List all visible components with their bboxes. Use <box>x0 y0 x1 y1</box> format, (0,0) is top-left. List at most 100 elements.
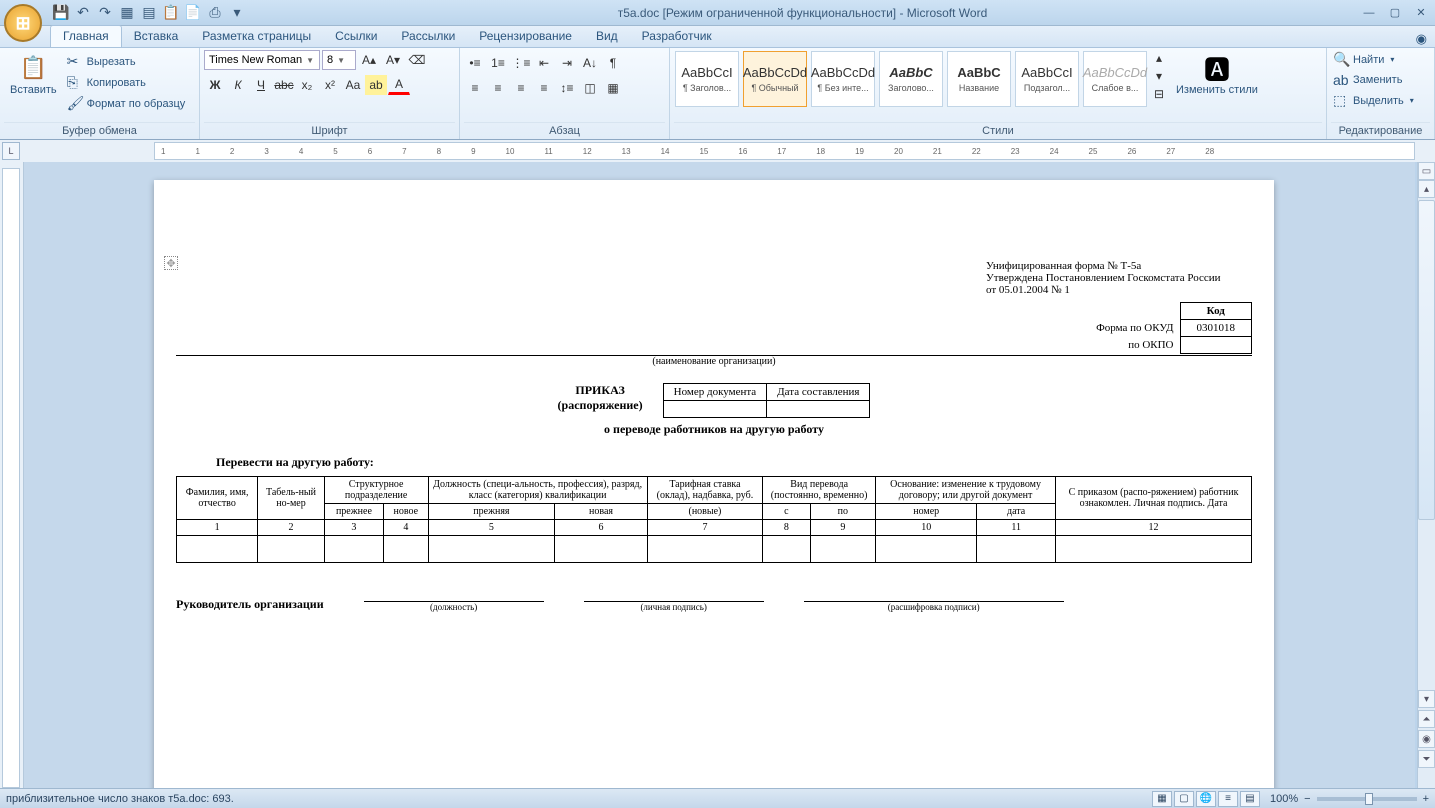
ruler-area: L 11234567891011121314151617181920212223… <box>0 140 1435 162</box>
bold-button[interactable]: Ж <box>204 75 226 95</box>
style-subtle[interactable]: AaBbCcDdСлабое в... <box>1083 51 1147 107</box>
ruler-corner[interactable]: L <box>2 142 20 160</box>
page[interactable]: ✥ Унифицированная форма № Т-5а Утвержден… <box>154 180 1274 788</box>
tab-page-layout[interactable]: Разметка страницы <box>190 26 323 47</box>
tab-home[interactable]: Главная <box>50 25 122 47</box>
styles-more-icon[interactable]: ⊟ <box>1152 86 1166 102</box>
shading-button[interactable]: ◫ <box>579 78 601 98</box>
outline-view[interactable]: ≡ <box>1218 791 1238 807</box>
strike-button[interactable]: abc <box>273 75 295 95</box>
scroll-down-icon[interactable]: ▾ <box>1418 690 1435 708</box>
font-size-combo[interactable]: 8▼ <box>322 50 356 70</box>
help-icon[interactable]: ◉ <box>1416 31 1427 47</box>
format-painter-button[interactable]: 🖌Формат по образцу <box>65 94 188 113</box>
align-center-button[interactable]: ≡ <box>487 78 509 98</box>
tab-developer[interactable]: Разработчик <box>630 26 724 47</box>
font-color-button[interactable]: A <box>388 75 410 95</box>
office-button[interactable]: ⊞ <box>4 4 42 42</box>
close-button[interactable]: ✕ <box>1411 6 1431 20</box>
tab-review[interactable]: Рецензирование <box>467 26 584 47</box>
qat-icon[interactable]: 📋 <box>162 4 180 22</box>
clear-format-button[interactable]: ⌫ <box>406 50 428 70</box>
web-layout-view[interactable]: 🌐 <box>1196 791 1216 807</box>
styles-up-icon[interactable]: ▴ <box>1152 50 1166 66</box>
zoom-out-button[interactable]: − <box>1304 793 1310 805</box>
find-icon: 🔍 <box>1333 51 1349 68</box>
font-name-combo[interactable]: Times New Roman▼ <box>204 50 320 70</box>
draft-view[interactable]: ▤ <box>1240 791 1260 807</box>
superscript-button[interactable]: x² <box>319 75 341 95</box>
zoom-in-button[interactable]: + <box>1423 793 1429 805</box>
tab-view[interactable]: Вид <box>584 26 630 47</box>
style-title[interactable]: AaBbCНазвание <box>947 51 1011 107</box>
full-screen-view[interactable]: ▢ <box>1174 791 1194 807</box>
ruler-toggle-icon[interactable]: ▭ <box>1418 162 1435 180</box>
group-label-font: Шрифт <box>204 122 455 137</box>
bullets-button[interactable]: •≡ <box>464 53 486 73</box>
zoom-control: 100% − + <box>1270 793 1429 805</box>
indent-button[interactable]: ⇥ <box>556 53 578 73</box>
save-icon[interactable]: 💾 <box>52 4 70 22</box>
vertical-ruler[interactable] <box>0 162 24 788</box>
style-heading1[interactable]: AaBbCЗаголово... <box>879 51 943 107</box>
style-heading[interactable]: AaBbCcI¶ Заголов... <box>675 51 739 107</box>
line-spacing-button[interactable]: ↕≡ <box>556 78 578 98</box>
change-case-button[interactable]: Aa <box>342 75 364 95</box>
sort-button[interactable]: A↓ <box>579 53 601 73</box>
show-marks-button[interactable]: ¶ <box>602 53 624 73</box>
scroll-thumb[interactable] <box>1418 200 1435 520</box>
status-text: приблизительное число знаков т5а.doc: 69… <box>6 793 234 805</box>
paste-button[interactable]: 📋 Вставить <box>4 50 63 98</box>
qat-icon[interactable]: 📄 <box>184 4 202 22</box>
group-label-editing: Редактирование <box>1331 122 1430 137</box>
next-page-icon[interactable]: ⏷ <box>1418 750 1435 768</box>
restore-button[interactable]: ▢ <box>1385 6 1405 20</box>
numbering-button[interactable]: 1≡ <box>487 53 509 73</box>
print-layout-view[interactable]: ▦ <box>1152 791 1172 807</box>
replace-button[interactable]: abЗаменить <box>1331 71 1404 89</box>
highlight-button[interactable]: ab <box>365 75 387 95</box>
style-no-spacing[interactable]: AaBbCcDd¶ Без инте... <box>811 51 875 107</box>
align-left-button[interactable]: ≡ <box>464 78 486 98</box>
minimize-button[interactable]: — <box>1359 6 1379 20</box>
tab-mailings[interactable]: Рассылки <box>389 26 467 47</box>
window-title: т5а.doc [Режим ограниченной функциональн… <box>246 6 1359 20</box>
justify-button[interactable]: ≡ <box>533 78 555 98</box>
shrink-font-button[interactable]: A▾ <box>382 50 404 70</box>
horizontal-ruler[interactable]: 1123456789101112131415161718192021222324… <box>154 142 1415 160</box>
tab-references[interactable]: Ссылки <box>323 26 389 47</box>
grow-font-button[interactable]: A▴ <box>358 50 380 70</box>
redo-icon[interactable]: ↷ <box>96 4 114 22</box>
find-button[interactable]: 🔍Найти▾ <box>1331 50 1396 69</box>
align-right-button[interactable]: ≡ <box>510 78 532 98</box>
qat-icon[interactable]: ▤ <box>140 4 158 22</box>
undo-icon[interactable]: ↶ <box>74 4 92 22</box>
table-move-handle[interactable]: ✥ <box>164 256 178 270</box>
document-area[interactable]: ✥ Унифицированная форма № Т-5а Утвержден… <box>0 162 1415 788</box>
change-styles-button[interactable]: 🅰 Изменить стили <box>1170 50 1264 98</box>
style-subtitle[interactable]: AaBbCcIПодзагол... <box>1015 51 1079 107</box>
prev-page-icon[interactable]: ⏶ <box>1418 710 1435 728</box>
italic-button[interactable]: К <box>227 75 249 95</box>
cut-button[interactable]: ✂Вырезать <box>65 52 188 71</box>
select-icon: ⬚ <box>1333 92 1349 109</box>
vertical-scrollbar[interactable]: ▭ ▴ ▾ ⏶ ◉ ⏷ <box>1417 162 1435 788</box>
style-normal[interactable]: AaBbCcDd¶ Обычный <box>743 51 807 107</box>
multilevel-button[interactable]: ⋮≡ <box>510 53 532 73</box>
zoom-slider[interactable] <box>1317 797 1417 801</box>
qat-icon[interactable]: ⎙ <box>206 4 224 22</box>
styles-down-icon[interactable]: ▾ <box>1152 68 1166 84</box>
borders-button[interactable]: ▦ <box>602 78 624 98</box>
subscript-button[interactable]: x₂ <box>296 75 318 95</box>
copy-button[interactable]: ⎘Копировать <box>65 73 188 92</box>
doc-title: ПРИКАЗ <box>558 383 643 398</box>
instruction-text: Перевести на другую работу: <box>216 455 1252 470</box>
qat-icon[interactable]: ▦ <box>118 4 136 22</box>
select-button[interactable]: ⬚Выделить▾ <box>1331 91 1416 110</box>
browse-object-icon[interactable]: ◉ <box>1418 730 1435 748</box>
underline-button[interactable]: Ч <box>250 75 272 95</box>
outdent-button[interactable]: ⇤ <box>533 53 555 73</box>
scroll-up-icon[interactable]: ▴ <box>1418 180 1435 198</box>
tab-insert[interactable]: Вставка <box>122 26 191 47</box>
qat-more-icon[interactable]: ▾ <box>228 4 246 22</box>
